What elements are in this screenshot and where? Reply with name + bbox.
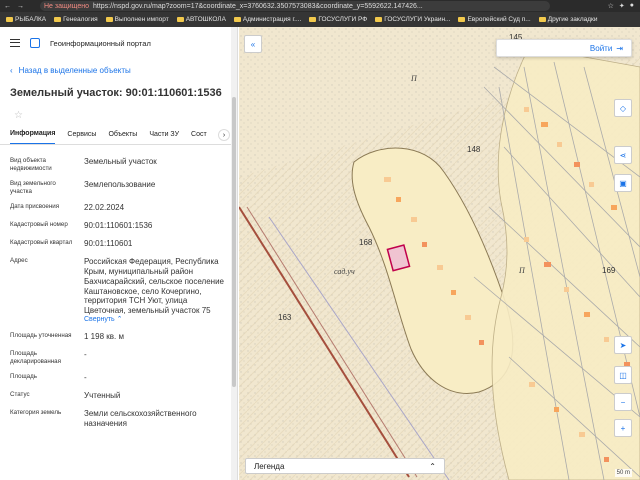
chevron-up-icon: ⌃ [116,315,123,323]
detail-row-land-type: Вид земельного участка Землепользование [10,180,156,195]
share-icon: ⋖ [619,150,627,160]
legend-label: Легенда [254,461,285,471]
layers-button[interactable]: ◇ [614,99,632,117]
folder-icon [54,17,62,22]
detail-row-cadastral-quarter: Кадастровый квартал 90:01:110601 [10,239,133,249]
scrollbar-thumb[interactable] [232,97,236,387]
back-icon[interactable]: ← [4,3,11,10]
back-label: Назад в выделенные объекты [18,65,131,75]
print-icon: ▣ [619,178,627,188]
detail-row-status: Статус Учтенный [10,391,121,401]
map-label-163: 163 [278,313,292,322]
address-text: Российская Федерация, Республика Крым, м… [84,257,225,315]
folder-icon [105,17,113,22]
browser-toolbar: ← → Не защищено https://nspd.gov.ru/map?z… [0,0,640,12]
bookmark-genealogy[interactable]: Генеалогия [54,16,98,23]
url-text[interactable]: https://nspd.gov.ru/map?zoom=17&coordina… [93,3,423,10]
object-tabs: Информация Сервисы Объекты Части ЗУ Сост… [0,125,237,145]
login-icon: ⇥ [616,43,623,53]
tab-objects[interactable]: Объекты [108,125,137,144]
folder-icon [458,17,466,22]
zoom-out-button[interactable]: − [614,393,632,411]
minus-icon: − [620,397,626,407]
locate-button[interactable]: ➤ [614,336,632,354]
bookmark-import[interactable]: Выполнен импорт [105,16,169,23]
object-title: Земельный участок: 90:01:110601:1536 [10,87,222,99]
chevron-left-icon: ‹ [10,65,13,75]
bookmark-gosuslugi-ukraine[interactable]: ГОСУСЛУГИ Украин... [375,16,450,23]
folder-icon [538,17,546,22]
bookmarks-bar: РЫБАЛКА Генеалогия Выполнен импорт АВТОШ… [0,12,640,27]
bookmark-autoschool[interactable]: АВТОШКОЛА [176,16,226,23]
chevron-right-icon[interactable]: › [218,129,230,141]
collapse-panel-button[interactable]: « [244,35,262,53]
portal-title: Геоинформационный портал [50,38,151,48]
legend-panel[interactable]: Легенда ⌃ [245,458,445,474]
object-info-panel: Геоинформационный портал ‹ Назад в выдел… [0,27,238,480]
cadastral-map[interactable]: П 145 148 168 сад.уч П 169 163 « Войти ⇥ … [239,27,640,480]
profile-icon[interactable]: ● [630,2,634,10]
map-svg[interactable]: П 145 148 168 сад.уч П 169 163 [239,27,640,480]
tab-land-parts[interactable]: Части ЗУ [149,125,179,144]
folder-icon [309,17,317,22]
map-label-garden-plots: сад.уч [334,267,355,276]
bookmark-administration[interactable]: Администрация г.... [233,16,301,23]
chevron-updown-icon: ⌃ [429,461,436,471]
map-label-148: 148 [467,145,481,154]
forward-icon[interactable]: → [17,3,24,10]
folder-icon [6,17,13,22]
address-bar[interactable]: Не защищено https://nspd.gov.ru/map?zoom… [40,1,550,11]
back-to-selected-objects-link[interactable]: ‹ Назад в выделенные объекты [0,59,237,81]
login-button[interactable]: Войти ⇥ [496,39,632,57]
bookmark-rybalka[interactable]: РЫБАЛКА [6,16,46,23]
browser-actions[interactable]: ☆ ✦ ● [550,2,640,10]
share-button[interactable]: ⋖ [614,146,632,164]
folder-icon [176,17,184,22]
detail-row-declared-area: Площадь декларированная - [10,350,87,365]
detail-row-refined-area: Площадь уточненная 1 198 кв. м [10,332,124,342]
print-button[interactable]: ▣ [614,174,632,192]
panel-scrollbar[interactable] [231,27,237,480]
detail-row-area: Площадь - [10,373,87,383]
portal-logo-icon [30,38,40,48]
browser-navigation[interactable]: ← → [0,3,40,10]
not-secure-label: Не защищено [44,2,89,10]
menu-icon[interactable] [10,39,20,47]
detail-row-cadastral-number: Кадастровый номер 90:01:110601:1536 [10,221,153,231]
location-arrow-icon: ➤ [619,340,627,350]
star-icon[interactable]: ☆ [608,2,614,10]
portal-header: Геоинформационный портал [0,27,237,59]
detail-row-land-category: Категория земель Земли сельскохозяйственн… [10,409,197,429]
detail-row-object-type: Вид объекта недвижимости Земельный участо… [10,157,157,172]
folder-icon [375,17,383,22]
map-label-169: 169 [602,266,616,275]
bookmark-other[interactable]: Другие закладки [538,16,598,23]
detail-row-address: Адрес Российская Федерация, Республика К… [10,253,227,328]
collapse-link[interactable]: Свернуть ⌃ [84,316,227,325]
folder-icon [233,17,241,22]
tab-services[interactable]: Сервисы [67,125,96,144]
double-chevron-left-icon: « [250,39,256,49]
bookmark-gosuslugi-rf[interactable]: ГОСУСЛУГИ РФ [309,16,367,23]
map-scale: 50 m [614,469,632,477]
map-label-168: 168 [359,238,373,247]
layers-icon: ◇ [619,103,627,113]
tab-information[interactable]: Информация [10,125,56,144]
extension-icon[interactable]: ✦ [619,2,625,10]
camera-button[interactable]: ◫ [614,366,632,384]
plus-icon: + [620,423,626,433]
bookmark-european-court[interactable]: Европейский Суд п... [458,16,531,23]
tab-more[interactable]: Сост [191,125,207,144]
object-details: Вид объекта недвижимости Земельный участо… [0,145,237,433]
detail-row-assigned-date: Дата присвоения 22.02.2024 [10,203,125,213]
favorite-star-icon[interactable]: ☆ [0,105,237,125]
camera-icon: ◫ [619,370,627,380]
zoom-in-button[interactable]: + [614,419,632,437]
